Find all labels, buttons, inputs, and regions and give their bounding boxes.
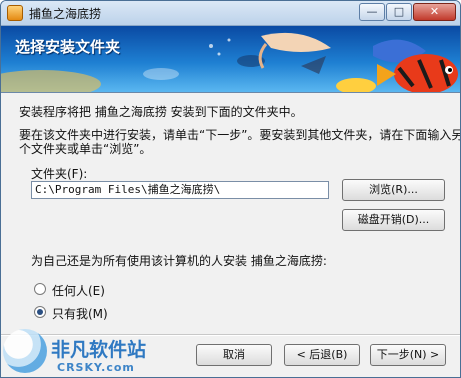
installer-window: 捕鱼之海底捞 — □ ✕ 选择安装文件夹 安装程序将把 捕鱼之海底捞 安装到下面… — [0, 0, 461, 378]
back-button[interactable]: < 后退(B) — [284, 344, 360, 366]
browse-button[interactable]: 浏览(R)... — [342, 179, 445, 201]
radio-button-selected[interactable] — [34, 306, 46, 318]
maximize-button[interactable]: □ — [386, 3, 412, 21]
folder-path-input[interactable]: C:\Program Files\捕鱼之海底捞\ — [31, 181, 329, 199]
radio-label: 只有我(M) — [52, 307, 108, 321]
minimize-button[interactable]: — — [359, 3, 385, 21]
banner-title: 选择安装文件夹 — [15, 38, 121, 56]
next-button[interactable]: 下一步(N) > — [370, 344, 446, 366]
disk-cost-button[interactable]: 磁盘开销(D)... — [342, 209, 445, 231]
app-icon — [7, 5, 23, 21]
site-watermark: 非凡软件站 CRSKY.com — [1, 323, 201, 377]
watermark-logo-icon — [3, 329, 47, 373]
title-bar[interactable]: 捕鱼之海底捞 — □ ✕ — [1, 1, 460, 26]
folder-label: 文件夹(F): — [31, 167, 88, 181]
close-button[interactable]: ✕ — [413, 3, 456, 21]
header-banner: 选择安装文件夹 — [1, 26, 460, 93]
radio-button[interactable] — [34, 283, 46, 295]
watermark-url: CRSKY.com — [57, 361, 135, 374]
window-title: 捕鱼之海底捞 — [29, 7, 102, 21]
radio-label: 任何人(E) — [52, 284, 105, 298]
cancel-button[interactable]: 取消 — [196, 344, 272, 366]
watermark-text: 非凡软件站 — [51, 339, 147, 361]
intro-text: 安装程序将把 捕鱼之海底捞 安装到下面的文件夹中。 — [19, 105, 303, 119]
instructions-line-2: 个文件夹或单击“浏览”。 — [19, 142, 152, 156]
install-for-question: 为自己还是为所有使用该计算机的人安装 捕鱼之海底捞: — [31, 254, 327, 268]
